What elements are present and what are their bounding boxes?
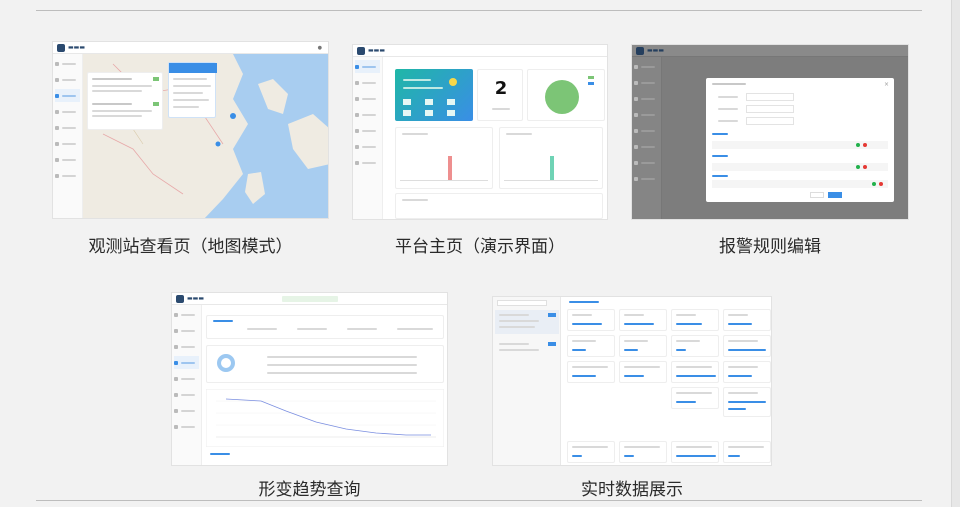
mini-header: ▬▬▬ [632,45,908,57]
mini-brand: ▬▬▬ [368,47,386,54]
thumbnail-home[interactable]: ▬▬▬ 2 [352,44,608,220]
mini-brand: ▬▬▬ [68,44,86,51]
weather-card [395,69,473,121]
logo-icon [57,43,65,52]
caption-map-view: 观测站查看页（地图模式） [88,237,293,257]
mini-sidebar [53,54,83,218]
logo-icon [636,46,644,55]
bar-chart-card-1 [395,127,493,189]
pie-card [527,69,605,121]
mini-brand: ▬▬▬ [647,47,665,54]
panel-title [569,301,599,303]
station-list [493,297,561,465]
sensor-summary-card [206,345,444,383]
right-scroll-strip [951,0,960,507]
thumbnail-map-view[interactable]: ▬▬▬ ● [52,41,329,219]
mini-brand: ▬▬▬ [187,295,205,302]
mini-sidebar [632,57,662,219]
mini-header: ▬▬▬ ● [53,42,328,54]
caption-realtime: 实时数据展示 [581,480,683,500]
bar-chart-card-2 [499,127,603,189]
thumbnail-deformation[interactable]: ▬▬▬ [171,292,448,466]
count-card: 2 [477,69,523,121]
mini-sidebar [353,57,383,219]
sun-icon [449,78,457,86]
thumbnail-alarm-rules[interactable]: ▬▬▬ × [631,44,909,220]
logo-icon [176,294,184,303]
confirm-button[interactable] [828,192,842,198]
mini-sidebar [172,305,202,465]
caption-deformation: 形变趋势查询 [258,480,361,500]
top-divider [36,10,922,11]
user-icon: ● [317,45,322,51]
big-number: 2 [494,78,508,99]
station-info-card [206,315,444,339]
station-popup [168,62,217,118]
caption-home: 平台主页（演示界面） [395,237,565,257]
mini-header: ▬▬▬ [172,293,447,305]
logo-icon [357,46,365,55]
station-list-panel [87,72,163,130]
caption-alarm-rules: 报警规则编辑 [719,237,821,257]
rule-dialog: × [706,78,894,202]
mini-header: ▬▬▬ [353,45,607,57]
cancel-button[interactable] [810,192,824,198]
trend-chart [206,389,444,447]
sensor-grid [567,309,771,465]
bottom-card [395,193,603,219]
bottom-divider [36,500,922,501]
thumbnail-realtime[interactable] [492,296,772,466]
